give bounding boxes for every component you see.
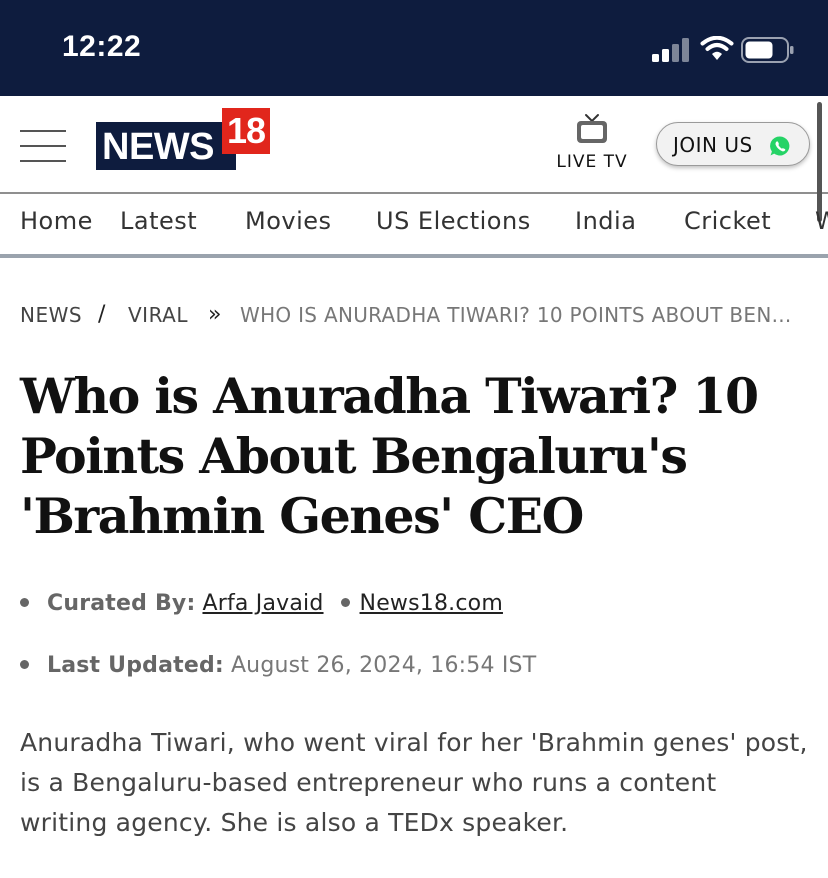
live-tv-button[interactable]: LIVE TV (552, 112, 632, 176)
last-updated-value: August 26, 2024, 16:54 IST (230, 653, 537, 678)
hamburger-menu-icon[interactable] (20, 130, 66, 162)
article-summary: Anuradha Tiwari, who went viral for her … (20, 728, 808, 837)
news18-logo[interactable]: NEWS 18 (96, 108, 270, 170)
bullet-icon (20, 598, 29, 607)
nav-item-movies[interactable]: Movies (245, 207, 332, 235)
breadcrumb-current: WHO IS ANURADHA TIWARI? 10 POINTS ABOUT … (240, 303, 792, 327)
bullet-icon (20, 660, 29, 669)
join-us-label: JOIN US (673, 133, 753, 157)
curated-by-label: Curated By: (47, 591, 196, 616)
breadcrumb: NEWS / VIRAL » WHO IS ANURADHA TIWARI? 1… (20, 302, 810, 333)
nav-item-latest[interactable]: Latest (120, 207, 197, 235)
bullet-icon (340, 598, 350, 607)
breadcrumb-separator-slash: / (98, 302, 106, 327)
battery-icon (741, 37, 794, 63)
last-updated-label: Last Updated: (47, 653, 224, 678)
nav-item-us-elections[interactable]: US Elections (376, 207, 531, 235)
last-updated: Last Updated: August 26, 2024, 16:54 IST (20, 653, 536, 683)
logo-news-text: NEWS (96, 122, 236, 170)
breadcrumb-separator-chevron: » (208, 302, 222, 327)
join-us-button[interactable]: JOIN US (656, 122, 810, 166)
breadcrumb-news[interactable]: NEWS (20, 303, 82, 327)
author-link[interactable]: Arfa Javaid (202, 591, 323, 616)
nav-item-india[interactable]: India (575, 207, 636, 235)
nav-item-more[interactable]: W (815, 207, 828, 235)
live-tv-label: LIVE TV (556, 152, 628, 172)
breadcrumb-viral[interactable]: VIRAL (128, 303, 188, 327)
nav-item-home[interactable]: Home (20, 207, 93, 235)
tv-icon (577, 114, 607, 143)
signal-icon (652, 38, 689, 62)
whatsapp-icon (770, 136, 790, 156)
logo-number: 18 (222, 108, 270, 154)
status-time: 12:22 (62, 30, 142, 63)
nav-item-cricket[interactable]: Cricket (684, 207, 771, 235)
status-bar: 12:22 (0, 0, 828, 96)
site-header: NEWS 18 LIVE TV JOIN US (0, 96, 828, 194)
article-title: Who is Anuradha Tiwari? 10 Points About … (20, 367, 759, 545)
section-nav: Home Latest Movies US Elections India Cr… (0, 194, 828, 258)
source-link[interactable]: News18.com (360, 591, 503, 616)
wifi-icon (700, 36, 734, 60)
byline: Curated By: Arfa Javaid News18.com (20, 591, 503, 621)
